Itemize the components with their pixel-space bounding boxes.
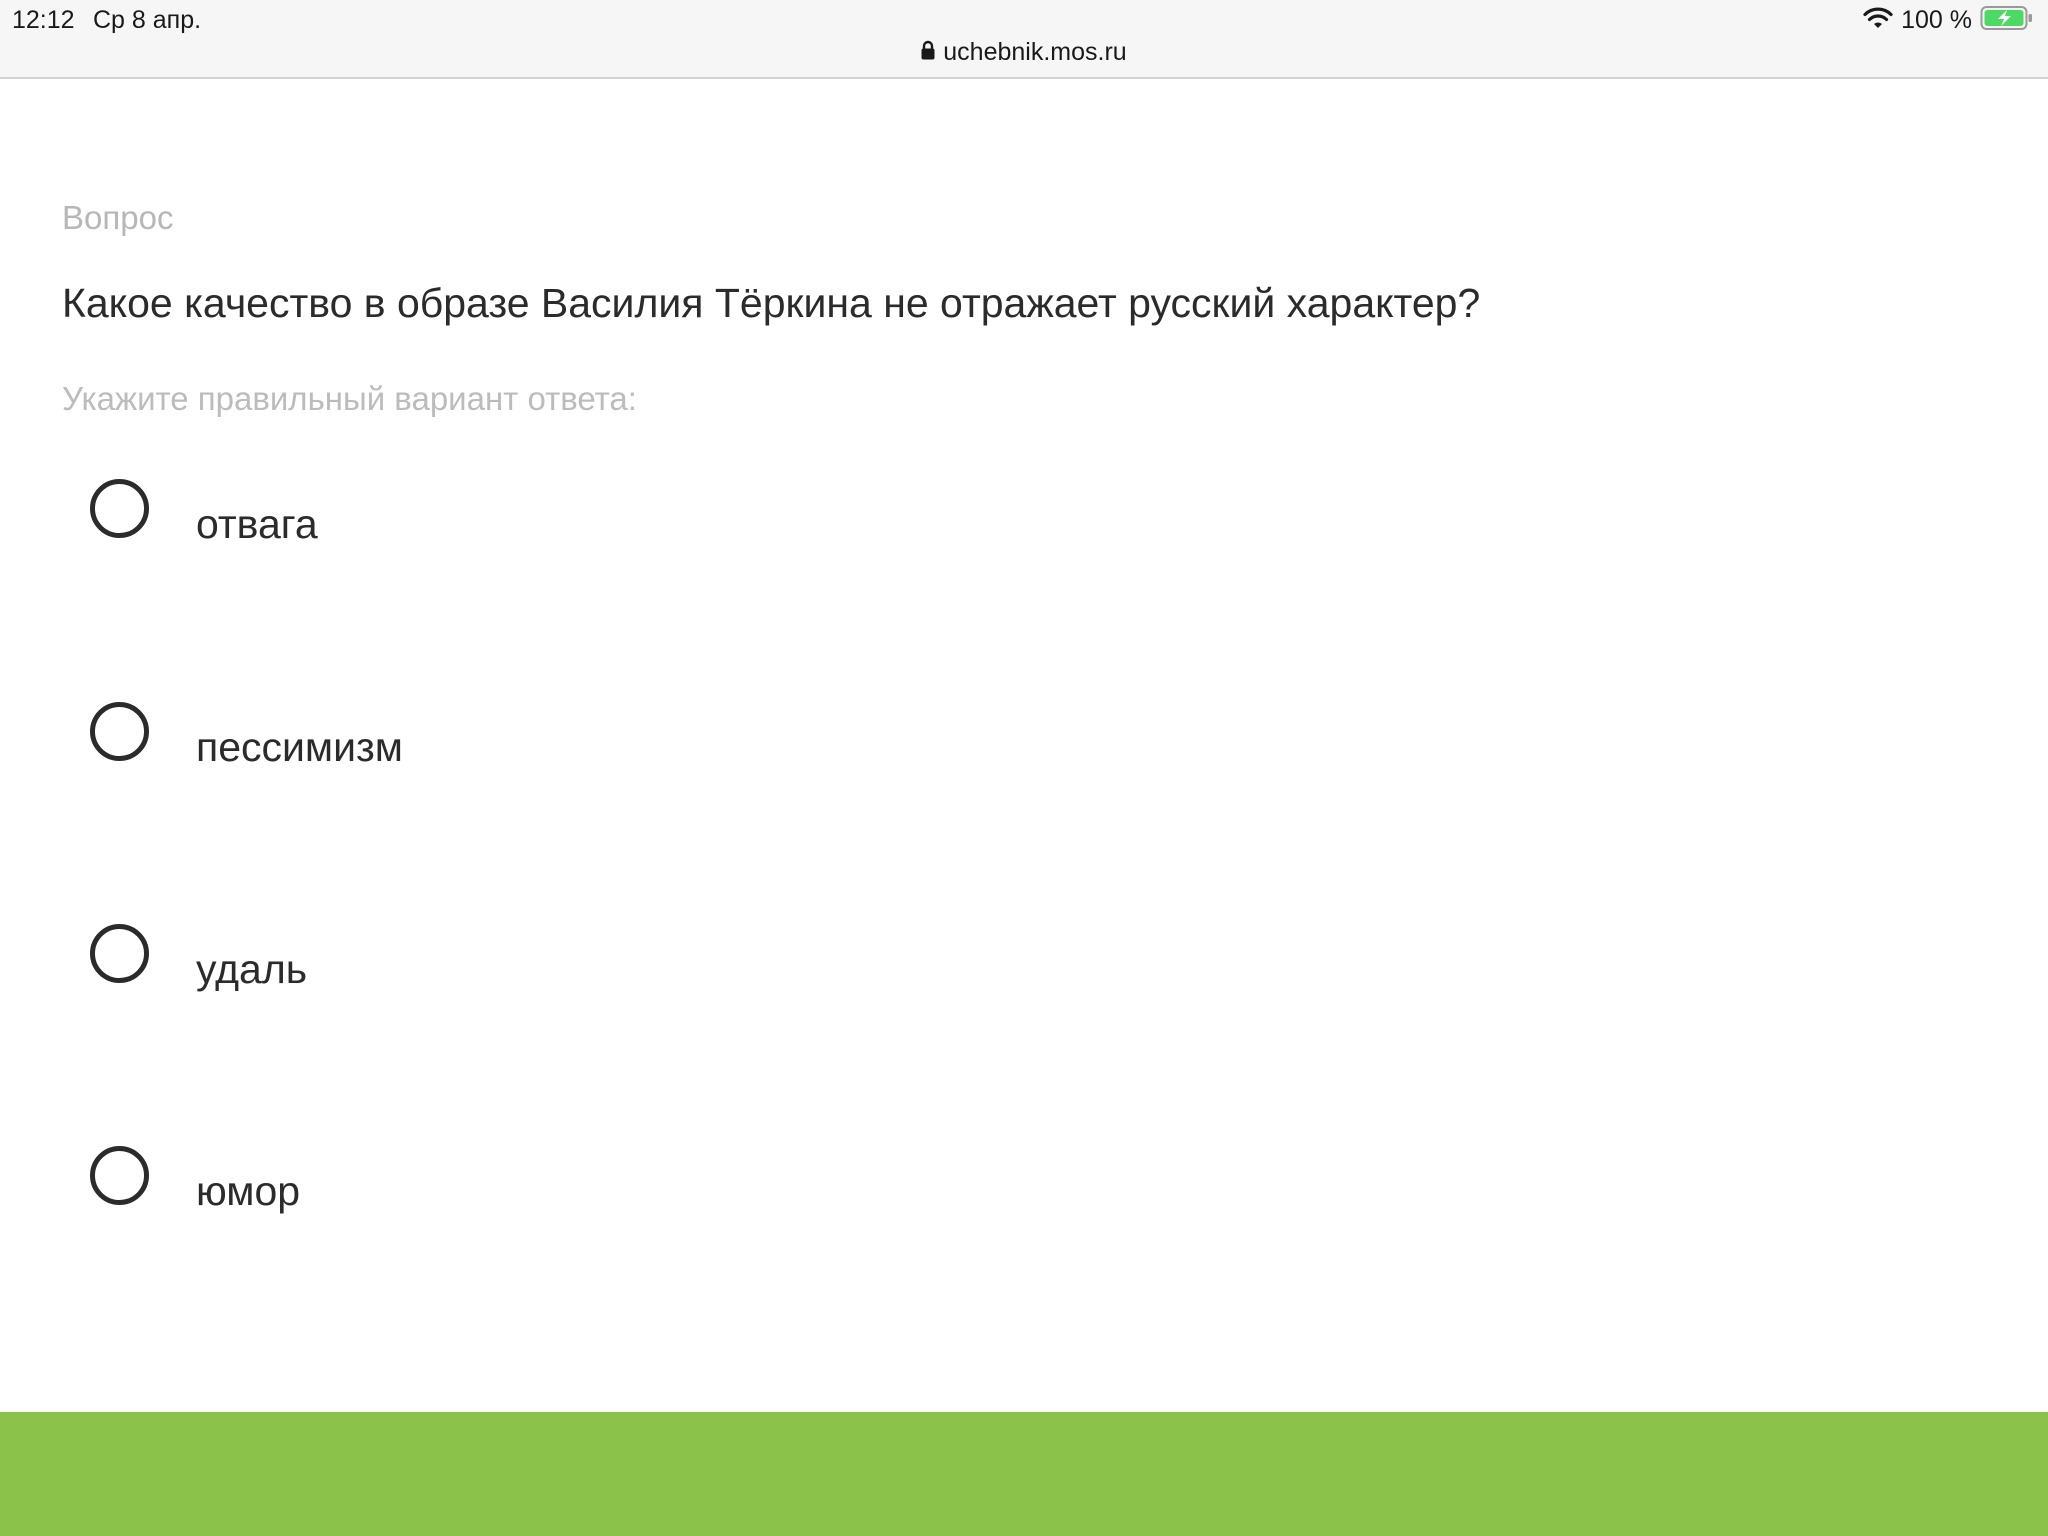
status-bar: 12:12 Ср 8 апр. 100 % uchebnik.mos.ru — [0, 0, 2048, 79]
status-right: 100 % — [1863, 4, 2034, 36]
answer-option-label: отвага — [196, 501, 318, 547]
question-text: Какое качество в образе Василия Тёркина … — [62, 280, 1481, 326]
answer-option-label: удаль — [196, 946, 308, 992]
url-text: uchebnik.mos.ru — [943, 38, 1127, 66]
answer-option-label: пессимизм — [196, 724, 403, 770]
wifi-icon — [1863, 6, 1893, 35]
radio-button-icon[interactable] — [90, 479, 149, 538]
footer-bar — [0, 1412, 2048, 1536]
battery-charging-icon — [1980, 5, 2034, 36]
answer-option-label: юмор — [196, 1168, 301, 1214]
answer-hint: Укажите правильный вариант ответа: — [62, 380, 637, 417]
question-label: Вопрос — [62, 199, 174, 236]
status-time: 12:12 — [12, 6, 75, 34]
radio-button-icon[interactable] — [90, 924, 149, 983]
answer-option[interactable]: пессимизм — [90, 702, 1890, 802]
radio-button-icon[interactable] — [90, 702, 149, 761]
radio-button-icon[interactable] — [90, 1146, 149, 1205]
status-date: Ср 8 апр. — [93, 6, 202, 34]
lock-icon — [921, 38, 935, 67]
address-bar[interactable]: uchebnik.mos.ru — [0, 38, 2048, 67]
battery-percent: 100 % — [1901, 5, 1972, 34]
answer-option[interactable]: отвага — [90, 479, 1890, 579]
answer-option[interactable]: юмор — [90, 1146, 1890, 1246]
answer-option[interactable]: удаль — [90, 924, 1890, 1024]
